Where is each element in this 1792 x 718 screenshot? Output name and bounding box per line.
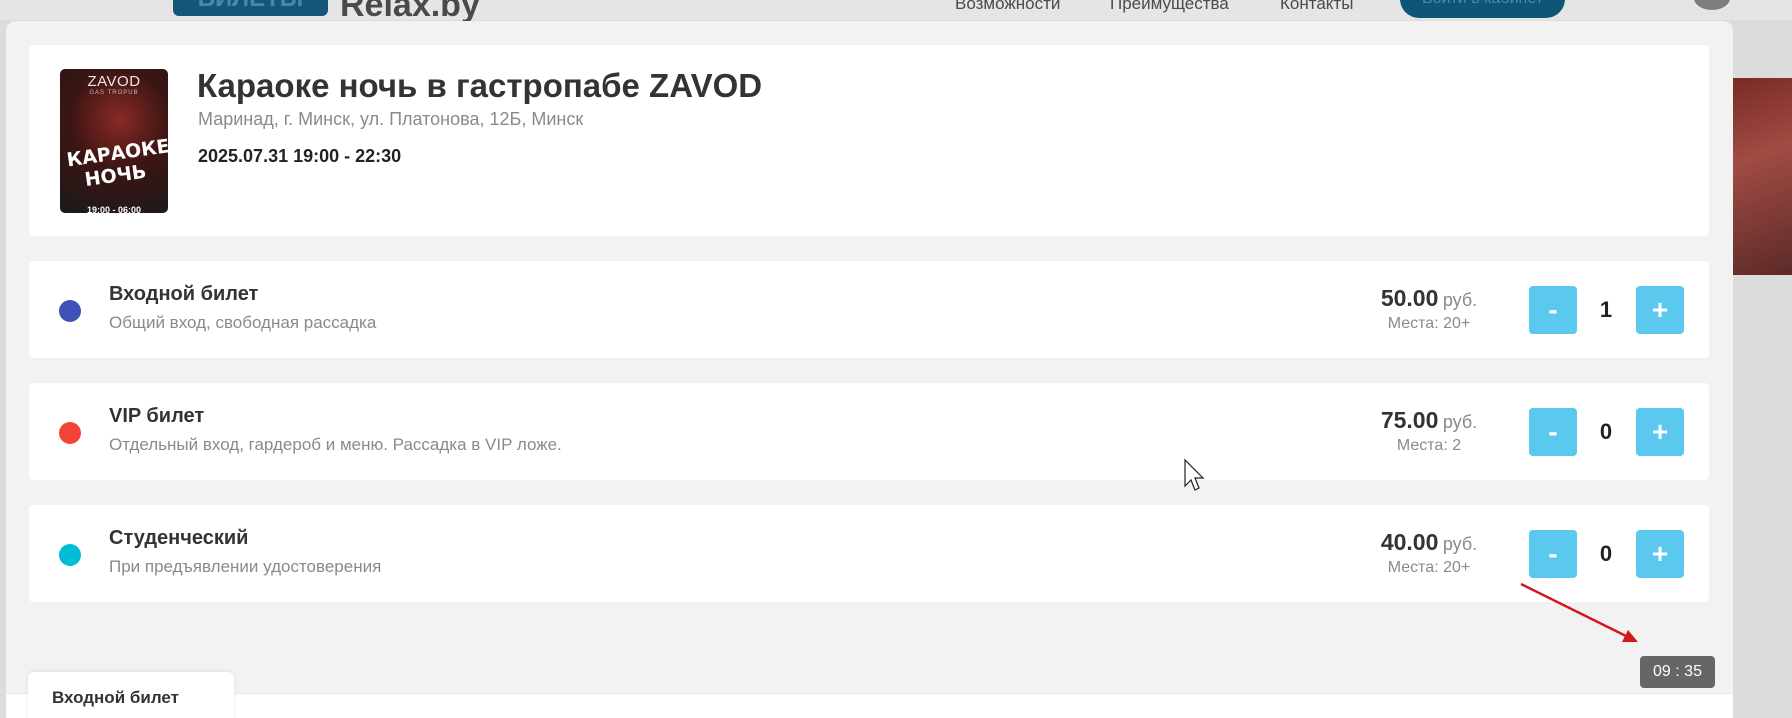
poster-headline: КАРАОКЕ НОЧЬ xyxy=(65,135,168,192)
ticket-name: Студенческий xyxy=(109,527,249,549)
ticket-price: 75.00 xyxy=(1380,407,1439,433)
poster-brand: ZAVOD xyxy=(87,73,141,90)
ticket-currency: руб. xyxy=(1442,290,1478,310)
ticket-row: Входной билет Общий вход, свободная расс… xyxy=(29,261,1709,358)
ticket-description: Общий вход, свободная рассадка xyxy=(109,313,377,332)
ticket-seats: Места: 2 xyxy=(1396,437,1462,454)
countdown-timer: 09 : 35 xyxy=(1640,656,1715,688)
ticket-color-dot xyxy=(59,300,81,322)
ticket-price: 50.00 xyxy=(1380,285,1439,311)
ticket-price-block: 40.00 руб. Места: 20+ xyxy=(1359,529,1499,577)
background-login-button[interactable]: Войти в кабинет xyxy=(1400,0,1565,18)
background-nav-contacts[interactable]: Контакты xyxy=(1280,0,1353,14)
event-title: Караоке ночь в гастропабе ZAVOD xyxy=(197,67,763,104)
background-photo xyxy=(1732,78,1792,275)
decrease-quantity-button[interactable]: - xyxy=(1529,286,1577,334)
ticket-seats: Места: 20+ xyxy=(1387,315,1471,332)
ticket-price-block: 50.00 руб. Места: 20+ xyxy=(1359,285,1499,333)
background-logo-badge: БИЛЕТЫ xyxy=(173,0,328,16)
ticket-price-block: 75.00 руб. Места: 2 xyxy=(1359,407,1499,455)
event-poster: ZAVOD GAS TROPUB КАРАОКЕ НОЧЬ 19:00 - 06… xyxy=(60,69,168,213)
poster-time: 19:00 - 06:00 xyxy=(86,205,142,213)
ticket-seats: Места: 20+ xyxy=(1387,559,1471,576)
decrease-quantity-button[interactable]: - xyxy=(1529,408,1577,456)
ticket-price: 40.00 xyxy=(1380,529,1439,555)
increase-quantity-button[interactable]: + xyxy=(1636,530,1684,578)
ticket-quantity: 0 xyxy=(1599,541,1613,566)
background-nav-advantages[interactable]: Преимущества xyxy=(1110,0,1229,14)
background-nav-features[interactable]: Возможности xyxy=(955,0,1060,14)
cart-tab-label: Входной билет xyxy=(52,688,179,707)
decrease-quantity-button[interactable]: - xyxy=(1529,530,1577,578)
cart-tab[interactable]: Входной билет xyxy=(28,672,234,718)
ticket-color-dot xyxy=(59,544,81,566)
ticket-row: Студенческий При предъявлении удостовере… xyxy=(29,505,1709,602)
ticket-description: Отдельный вход, гардероб и меню. Рассадк… xyxy=(109,435,562,454)
cart-bar xyxy=(6,693,1733,718)
poster-subtitle: GAS TROPUB xyxy=(89,90,139,96)
ticket-currency: руб. xyxy=(1442,412,1478,432)
ticket-row: VIP билет Отдельный вход, гардероб и мен… xyxy=(29,383,1709,480)
ticket-quantity: 1 xyxy=(1599,297,1613,322)
increase-quantity-button[interactable]: + xyxy=(1636,408,1684,456)
ticket-quantity: 0 xyxy=(1599,419,1613,444)
ticket-currency: руб. xyxy=(1442,534,1478,554)
ticket-color-dot xyxy=(59,422,81,444)
ticket-description: При предъявлении удостоверения xyxy=(109,557,382,576)
event-card: ZAVOD GAS TROPUB КАРАОКЕ НОЧЬ 19:00 - 06… xyxy=(29,45,1709,236)
ticket-name: VIP билет xyxy=(109,405,205,427)
event-address: Маринад, г. Минск, ул. Платонова, 12Б, М… xyxy=(198,109,584,129)
event-datetime: 2025.07.31 19:00 - 22:30 xyxy=(198,146,402,166)
ticket-modal: ZAVOD GAS TROPUB КАРАОКЕ НОЧЬ 19:00 - 06… xyxy=(6,21,1733,718)
ticket-name: Входной билет xyxy=(109,283,259,305)
increase-quantity-button[interactable]: + xyxy=(1636,286,1684,334)
